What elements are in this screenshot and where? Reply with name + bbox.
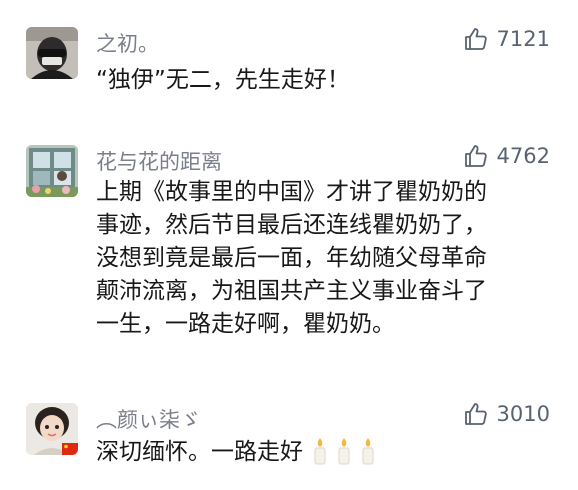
comment-feed: 之初。 7121 “独伊”无二，先生走好！ 花与花的距离 4762 上期《故事里… — [0, 0, 578, 490]
comment-line: 事迹，然后节目最后还连线瞿奶奶了， — [96, 212, 487, 238]
like-button[interactable]: 4762 — [463, 141, 550, 171]
thumbs-up-icon — [464, 145, 487, 167]
username[interactable]: 之初。 — [96, 28, 159, 58]
username[interactable]: ︵颜ぃ柒ゞ — [96, 404, 201, 434]
comment-line: 上期《故事里的中国》才讲了瞿奶奶的 — [96, 179, 487, 205]
candle-icon — [337, 437, 351, 465]
candle-icon — [313, 437, 327, 465]
comment-item: 之初。 7121 “独伊”无二，先生走好！ — [0, 0, 578, 110]
china-flag-icon — [62, 443, 78, 455]
avatar[interactable] — [26, 27, 78, 79]
thumbs-up-icon — [464, 28, 487, 50]
masked-person-avatar-icon — [26, 27, 78, 79]
comment-line: “独伊”无二，先生走好！ — [96, 67, 350, 93]
comment-line: 一生，一路走好啊，瞿奶奶。 — [96, 311, 395, 337]
comment-text: 上期《故事里的中国》才讲了瞿奶奶的 事迹，然后节目最后还连线瞿奶奶了， 没想到竟… — [96, 176, 556, 341]
comment-text: “独伊”无二，先生走好！ — [96, 64, 556, 97]
window-flowers-avatar-icon — [26, 145, 78, 197]
avatar[interactable] — [26, 145, 78, 197]
username[interactable]: 花与花的距离 — [96, 146, 222, 176]
thumbs-up-icon — [464, 403, 487, 425]
comment-line: 没想到竟是最后一面，年幼随父母革命 — [96, 245, 487, 271]
comment-line: 深切缅怀。一路走好 — [96, 436, 556, 469]
like-button[interactable]: 7121 — [463, 24, 550, 54]
avatar[interactable] — [26, 403, 78, 455]
like-button[interactable]: 3010 — [463, 399, 550, 429]
like-count: 3010 — [496, 402, 550, 426]
comment-line-text: 深切缅怀。一路走好 — [96, 439, 303, 465]
candle-icon — [361, 437, 375, 465]
comment-text: 深切缅怀。一路走好 — [96, 436, 556, 469]
like-count: 7121 — [496, 27, 550, 51]
like-count: 4762 — [496, 144, 550, 168]
comment-line: 颠沛流离，为祖国共产主义事业奋斗了 — [96, 278, 487, 304]
